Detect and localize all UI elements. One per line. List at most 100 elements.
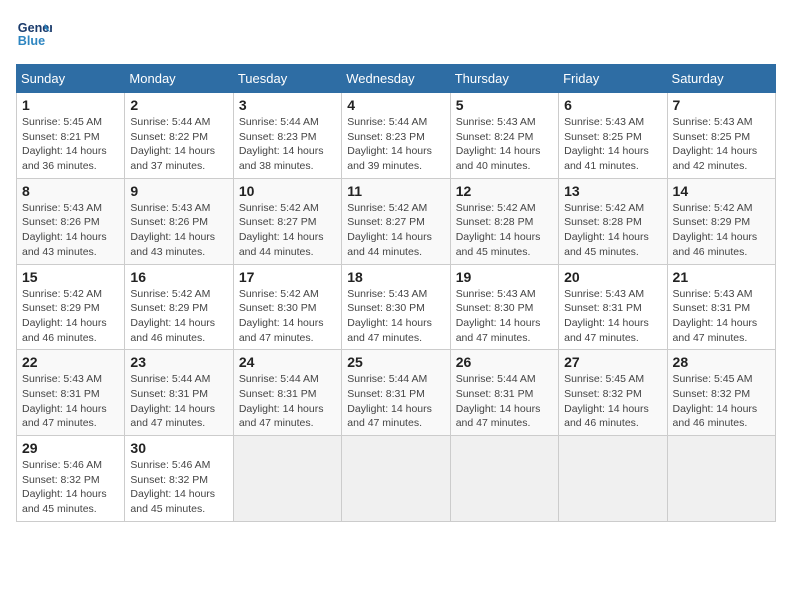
calendar-day-cell: 22 Sunrise: 5:43 AM Sunset: 8:31 PM Dayli… — [17, 350, 125, 436]
day-number: 10 — [239, 183, 336, 199]
day-number: 23 — [130, 354, 227, 370]
day-info: Sunrise: 5:43 AM Sunset: 8:24 PM Dayligh… — [456, 115, 553, 174]
calendar-day-cell: 3Sunrise: 5:44 AM Sunset: 8:23 PM Daylig… — [233, 93, 341, 179]
day-number: 5 — [456, 97, 553, 113]
weekday-header: Wednesday — [342, 65, 450, 93]
day-info: Sunrise: 5:43 AM Sunset: 8:31 PM Dayligh… — [673, 287, 770, 346]
day-info: Sunrise: 5:43 AM Sunset: 8:30 PM Dayligh… — [347, 287, 444, 346]
day-info: Sunrise: 5:43 AM Sunset: 8:26 PM Dayligh… — [22, 201, 119, 260]
calendar-week-row: 22 Sunrise: 5:43 AM Sunset: 8:31 PM Dayli… — [17, 350, 776, 436]
day-number: 25 — [347, 354, 444, 370]
calendar-day-cell: 9 Sunrise: 5:43 AM Sunset: 8:26 PM Daylig… — [125, 178, 233, 264]
calendar-day-cell: 27 Sunrise: 5:45 AM Sunset: 8:32 PM Dayli… — [559, 350, 667, 436]
day-info: Sunrise: 5:42 AM Sunset: 8:30 PM Dayligh… — [239, 287, 336, 346]
calendar-day-cell: 20 Sunrise: 5:43 AM Sunset: 8:31 PM Dayli… — [559, 264, 667, 350]
day-info: Sunrise: 5:42 AM Sunset: 8:28 PM Dayligh… — [456, 201, 553, 260]
page-header: General Blue — [16, 16, 776, 52]
weekday-header: Thursday — [450, 65, 558, 93]
day-number: 9 — [130, 183, 227, 199]
calendar-day-cell: 13 Sunrise: 5:42 AM Sunset: 8:28 PM Dayli… — [559, 178, 667, 264]
day-info: Sunrise: 5:45 AM Sunset: 8:21 PM Dayligh… — [22, 115, 119, 174]
day-info: Sunrise: 5:43 AM Sunset: 8:25 PM Dayligh… — [564, 115, 661, 174]
weekday-header: Tuesday — [233, 65, 341, 93]
calendar-day-cell: 2 Sunrise: 5:44 AM Sunset: 8:22 PM Daylig… — [125, 93, 233, 179]
day-info: Sunrise: 5:45 AM Sunset: 8:32 PM Dayligh… — [564, 372, 661, 431]
calendar-week-row: 15Sunrise: 5:42 AM Sunset: 8:29 PM Dayli… — [17, 264, 776, 350]
day-info: Sunrise: 5:43 AM Sunset: 8:31 PM Dayligh… — [22, 372, 119, 431]
calendar-day-cell: 30 Sunrise: 5:46 AM Sunset: 8:32 PM Dayli… — [125, 436, 233, 522]
calendar-day-cell: 24Sunrise: 5:44 AM Sunset: 8:31 PM Dayli… — [233, 350, 341, 436]
calendar-day-cell: 21 Sunrise: 5:43 AM Sunset: 8:31 PM Dayli… — [667, 264, 775, 350]
calendar-day-cell: 7 Sunrise: 5:43 AM Sunset: 8:25 PM Daylig… — [667, 93, 775, 179]
calendar-week-row: 29 Sunrise: 5:46 AM Sunset: 8:32 PM Dayli… — [17, 436, 776, 522]
day-number: 18 — [347, 269, 444, 285]
calendar-day-cell: 23 Sunrise: 5:44 AM Sunset: 8:31 PM Dayli… — [125, 350, 233, 436]
weekday-header: Sunday — [17, 65, 125, 93]
day-number: 21 — [673, 269, 770, 285]
calendar-day-cell: 25Sunrise: 5:44 AM Sunset: 8:31 PM Dayli… — [342, 350, 450, 436]
calendar-week-row: 1 Sunrise: 5:45 AM Sunset: 8:21 PM Daylig… — [17, 93, 776, 179]
calendar-day-cell: 11Sunrise: 5:42 AM Sunset: 8:27 PM Dayli… — [342, 178, 450, 264]
calendar-day-cell: 14 Sunrise: 5:42 AM Sunset: 8:29 PM Dayli… — [667, 178, 775, 264]
calendar-day-cell: 4 Sunrise: 5:44 AM Sunset: 8:23 PM Daylig… — [342, 93, 450, 179]
calendar-table: SundayMondayTuesdayWednesdayThursdayFrid… — [16, 64, 776, 522]
calendar-day-cell: 12 Sunrise: 5:42 AM Sunset: 8:28 PM Dayli… — [450, 178, 558, 264]
day-info: Sunrise: 5:42 AM Sunset: 8:27 PM Dayligh… — [239, 201, 336, 260]
calendar-day-cell — [233, 436, 341, 522]
day-number: 26 — [456, 354, 553, 370]
calendar-week-row: 8 Sunrise: 5:43 AM Sunset: 8:26 PM Daylig… — [17, 178, 776, 264]
weekday-header: Saturday — [667, 65, 775, 93]
calendar-day-cell: 19 Sunrise: 5:43 AM Sunset: 8:30 PM Dayli… — [450, 264, 558, 350]
day-info: Sunrise: 5:44 AM Sunset: 8:23 PM Dayligh… — [347, 115, 444, 174]
day-info: Sunrise: 5:42 AM Sunset: 8:29 PM Dayligh… — [22, 287, 119, 346]
day-number: 1 — [22, 97, 119, 113]
day-number: 29 — [22, 440, 119, 456]
day-info: Sunrise: 5:46 AM Sunset: 8:32 PM Dayligh… — [130, 458, 227, 517]
calendar-header: SundayMondayTuesdayWednesdayThursdayFrid… — [17, 65, 776, 93]
logo: General Blue — [16, 16, 52, 52]
day-info: Sunrise: 5:42 AM Sunset: 8:28 PM Dayligh… — [564, 201, 661, 260]
calendar-day-cell: 17 Sunrise: 5:42 AM Sunset: 8:30 PM Dayli… — [233, 264, 341, 350]
weekday-header: Friday — [559, 65, 667, 93]
calendar-day-cell — [342, 436, 450, 522]
day-info: Sunrise: 5:42 AM Sunset: 8:29 PM Dayligh… — [673, 201, 770, 260]
day-number: 2 — [130, 97, 227, 113]
calendar-day-cell — [667, 436, 775, 522]
day-number: 14 — [673, 183, 770, 199]
day-number: 22 — [22, 354, 119, 370]
day-number: 20 — [564, 269, 661, 285]
day-info: Sunrise: 5:44 AM Sunset: 8:31 PM Dayligh… — [239, 372, 336, 431]
day-number: 27 — [564, 354, 661, 370]
day-number: 28 — [673, 354, 770, 370]
day-info: Sunrise: 5:43 AM Sunset: 8:25 PM Dayligh… — [673, 115, 770, 174]
calendar-day-cell — [450, 436, 558, 522]
day-info: Sunrise: 5:43 AM Sunset: 8:26 PM Dayligh… — [130, 201, 227, 260]
day-info: Sunrise: 5:45 AM Sunset: 8:32 PM Dayligh… — [673, 372, 770, 431]
calendar-day-cell: 8 Sunrise: 5:43 AM Sunset: 8:26 PM Daylig… — [17, 178, 125, 264]
calendar-day-cell: 5 Sunrise: 5:43 AM Sunset: 8:24 PM Daylig… — [450, 93, 558, 179]
day-number: 13 — [564, 183, 661, 199]
weekday-header: Monday — [125, 65, 233, 93]
calendar-day-cell: 16Sunrise: 5:42 AM Sunset: 8:29 PM Dayli… — [125, 264, 233, 350]
calendar-day-cell: 28 Sunrise: 5:45 AM Sunset: 8:32 PM Dayli… — [667, 350, 775, 436]
calendar-day-cell: 26 Sunrise: 5:44 AM Sunset: 8:31 PM Dayli… — [450, 350, 558, 436]
day-info: Sunrise: 5:43 AM Sunset: 8:30 PM Dayligh… — [456, 287, 553, 346]
day-info: Sunrise: 5:44 AM Sunset: 8:31 PM Dayligh… — [130, 372, 227, 431]
day-number: 4 — [347, 97, 444, 113]
day-number: 30 — [130, 440, 227, 456]
day-number: 19 — [456, 269, 553, 285]
day-number: 16 — [130, 269, 227, 285]
day-number: 17 — [239, 269, 336, 285]
day-info: Sunrise: 5:44 AM Sunset: 8:22 PM Dayligh… — [130, 115, 227, 174]
day-info: Sunrise: 5:42 AM Sunset: 8:27 PM Dayligh… — [347, 201, 444, 260]
day-number: 8 — [22, 183, 119, 199]
day-info: Sunrise: 5:43 AM Sunset: 8:31 PM Dayligh… — [564, 287, 661, 346]
calendar-day-cell: 10 Sunrise: 5:42 AM Sunset: 8:27 PM Dayli… — [233, 178, 341, 264]
calendar-day-cell — [559, 436, 667, 522]
day-info: Sunrise: 5:44 AM Sunset: 8:31 PM Dayligh… — [456, 372, 553, 431]
day-number: 12 — [456, 183, 553, 199]
svg-text:Blue: Blue — [18, 34, 45, 48]
day-info: Sunrise: 5:44 AM Sunset: 8:23 PM Dayligh… — [239, 115, 336, 174]
calendar-day-cell: 1 Sunrise: 5:45 AM Sunset: 8:21 PM Daylig… — [17, 93, 125, 179]
day-number: 7 — [673, 97, 770, 113]
